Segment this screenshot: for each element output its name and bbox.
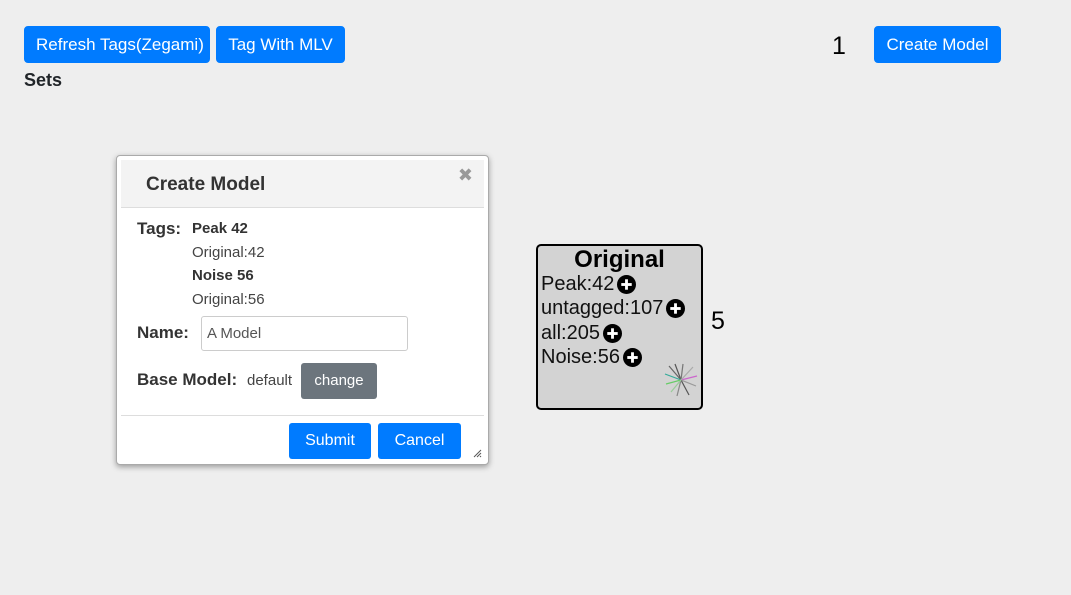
model-name-input[interactable] <box>201 316 408 351</box>
plus-circle-icon[interactable] <box>666 299 686 318</box>
dialog-footer-divider <box>121 415 484 416</box>
node-row-label: Peak:42 <box>541 273 615 295</box>
tag-name: Peak 42 <box>192 220 248 237</box>
tag-with-mlv-button[interactable]: Tag With MLV <box>216 26 345 63</box>
base-model-label: Base Model: <box>137 370 238 389</box>
set-node-original[interactable]: Original Peak:42 untagged:107 all:205 No… <box>536 244 703 410</box>
create-model-dialog: Create Model ✖ Tags: Peak 42 Original:42… <box>116 155 489 465</box>
node-row: all:205 <box>541 322 622 345</box>
dialog-titlebar[interactable]: Create Model ✖ <box>121 160 484 208</box>
plus-circle-icon[interactable] <box>622 348 642 367</box>
dialog-title: Create Model <box>146 174 266 195</box>
tags-label: Tags: <box>137 219 182 238</box>
plus-circle-icon[interactable] <box>602 324 622 343</box>
create-model-button[interactable]: Create Model <box>874 26 1001 63</box>
close-icon[interactable]: ✖ <box>458 165 473 186</box>
spark-lines-icon <box>664 363 698 397</box>
app-page: Refresh Tags(Zegami) Tag With MLV Create… <box>0 0 1071 595</box>
name-label: Name: <box>137 323 189 342</box>
annotation-number: 1 <box>832 32 846 60</box>
sets-heading: Sets <box>24 70 63 90</box>
node-row-label: untagged:107 <box>541 297 664 319</box>
node-row-label: all:205 <box>541 322 600 344</box>
refresh-tags-button[interactable]: Refresh Tags(Zegami) <box>24 26 210 63</box>
change-base-model-button[interactable]: change <box>301 363 377 399</box>
resize-grip-icon[interactable] <box>473 449 482 458</box>
annotation-number: 5 <box>711 307 725 335</box>
node-row-label: Noise:56 <box>541 346 620 368</box>
tag-detail: Original:42 <box>192 244 265 261</box>
cancel-button[interactable]: Cancel <box>378 423 461 459</box>
node-row: untagged:107 <box>541 297 686 320</box>
tag-name: Noise 56 <box>192 267 254 284</box>
node-row: Peak:42 <box>541 273 637 296</box>
plus-circle-icon[interactable] <box>617 275 637 294</box>
node-title: Original <box>574 246 665 273</box>
tag-detail: Original:56 <box>192 291 265 308</box>
base-model-value: default <box>247 372 293 389</box>
submit-button[interactable]: Submit <box>289 423 371 459</box>
node-row: Noise:56 <box>541 346 642 369</box>
